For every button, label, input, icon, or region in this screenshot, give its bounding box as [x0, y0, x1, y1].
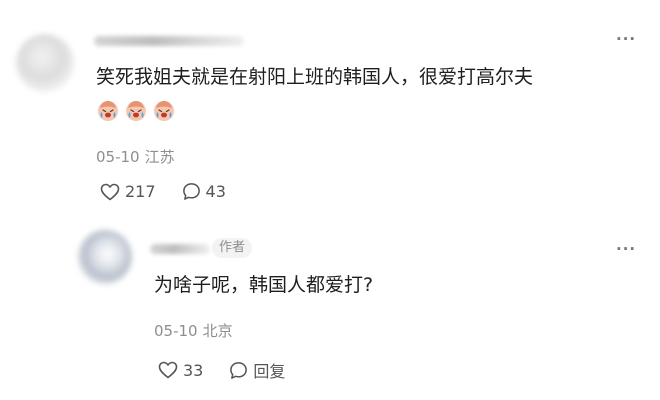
like-button[interactable]: 217	[100, 182, 156, 201]
comment-text: 笑死我姐夫就是在射阳上班的韩国人，很爱打高尔夫	[96, 66, 534, 88]
crying-laughing-emoji	[126, 101, 146, 121]
comment-bubble-icon	[230, 361, 248, 379]
reply-count: 43	[205, 182, 226, 201]
reply-location: 北京	[202, 322, 233, 340]
reply-button[interactable]: 回复	[229, 358, 285, 382]
heart-icon	[100, 183, 120, 200]
reply-like-count: 33	[183, 360, 204, 380]
emoji-row	[96, 98, 176, 124]
crying-laughing-emoji	[154, 101, 174, 121]
comment-date: 05-10	[96, 148, 140, 166]
comment-bubble-icon	[182, 183, 200, 200]
comment-thread: ··· 笑死我姐夫就是在射阳上班的韩国人，很爱打高尔夫 05-10 江苏 217…	[0, 0, 660, 400]
reply-more-options-icon[interactable]: ···	[616, 242, 636, 257]
reply-label: 回复	[253, 362, 286, 381]
reply-count-button[interactable]: 43	[182, 182, 226, 201]
reply-actions: 33 回复	[158, 358, 311, 382]
comment-location: 江苏	[144, 148, 175, 166]
avatar[interactable]	[16, 34, 74, 92]
reply-text: 为啥子呢，韩国人都爱打?	[154, 274, 374, 296]
reply-username-blurred[interactable]	[150, 244, 210, 254]
reply-date: 05-10	[154, 322, 198, 340]
more-options-icon[interactable]: ···	[616, 32, 636, 47]
crying-laughing-emoji	[98, 101, 118, 121]
comment-meta: 05-10 江苏	[96, 146, 175, 167]
username-blurred[interactable]	[94, 36, 244, 46]
comment-actions: 217 43	[100, 182, 252, 201]
like-count: 217	[125, 182, 156, 201]
reply-avatar[interactable]	[78, 230, 132, 284]
heart-icon	[158, 361, 178, 379]
reply-like-button[interactable]: 33	[158, 361, 203, 380]
author-badge: 作者	[212, 238, 253, 258]
reply-meta: 05-10 北京	[154, 320, 233, 341]
